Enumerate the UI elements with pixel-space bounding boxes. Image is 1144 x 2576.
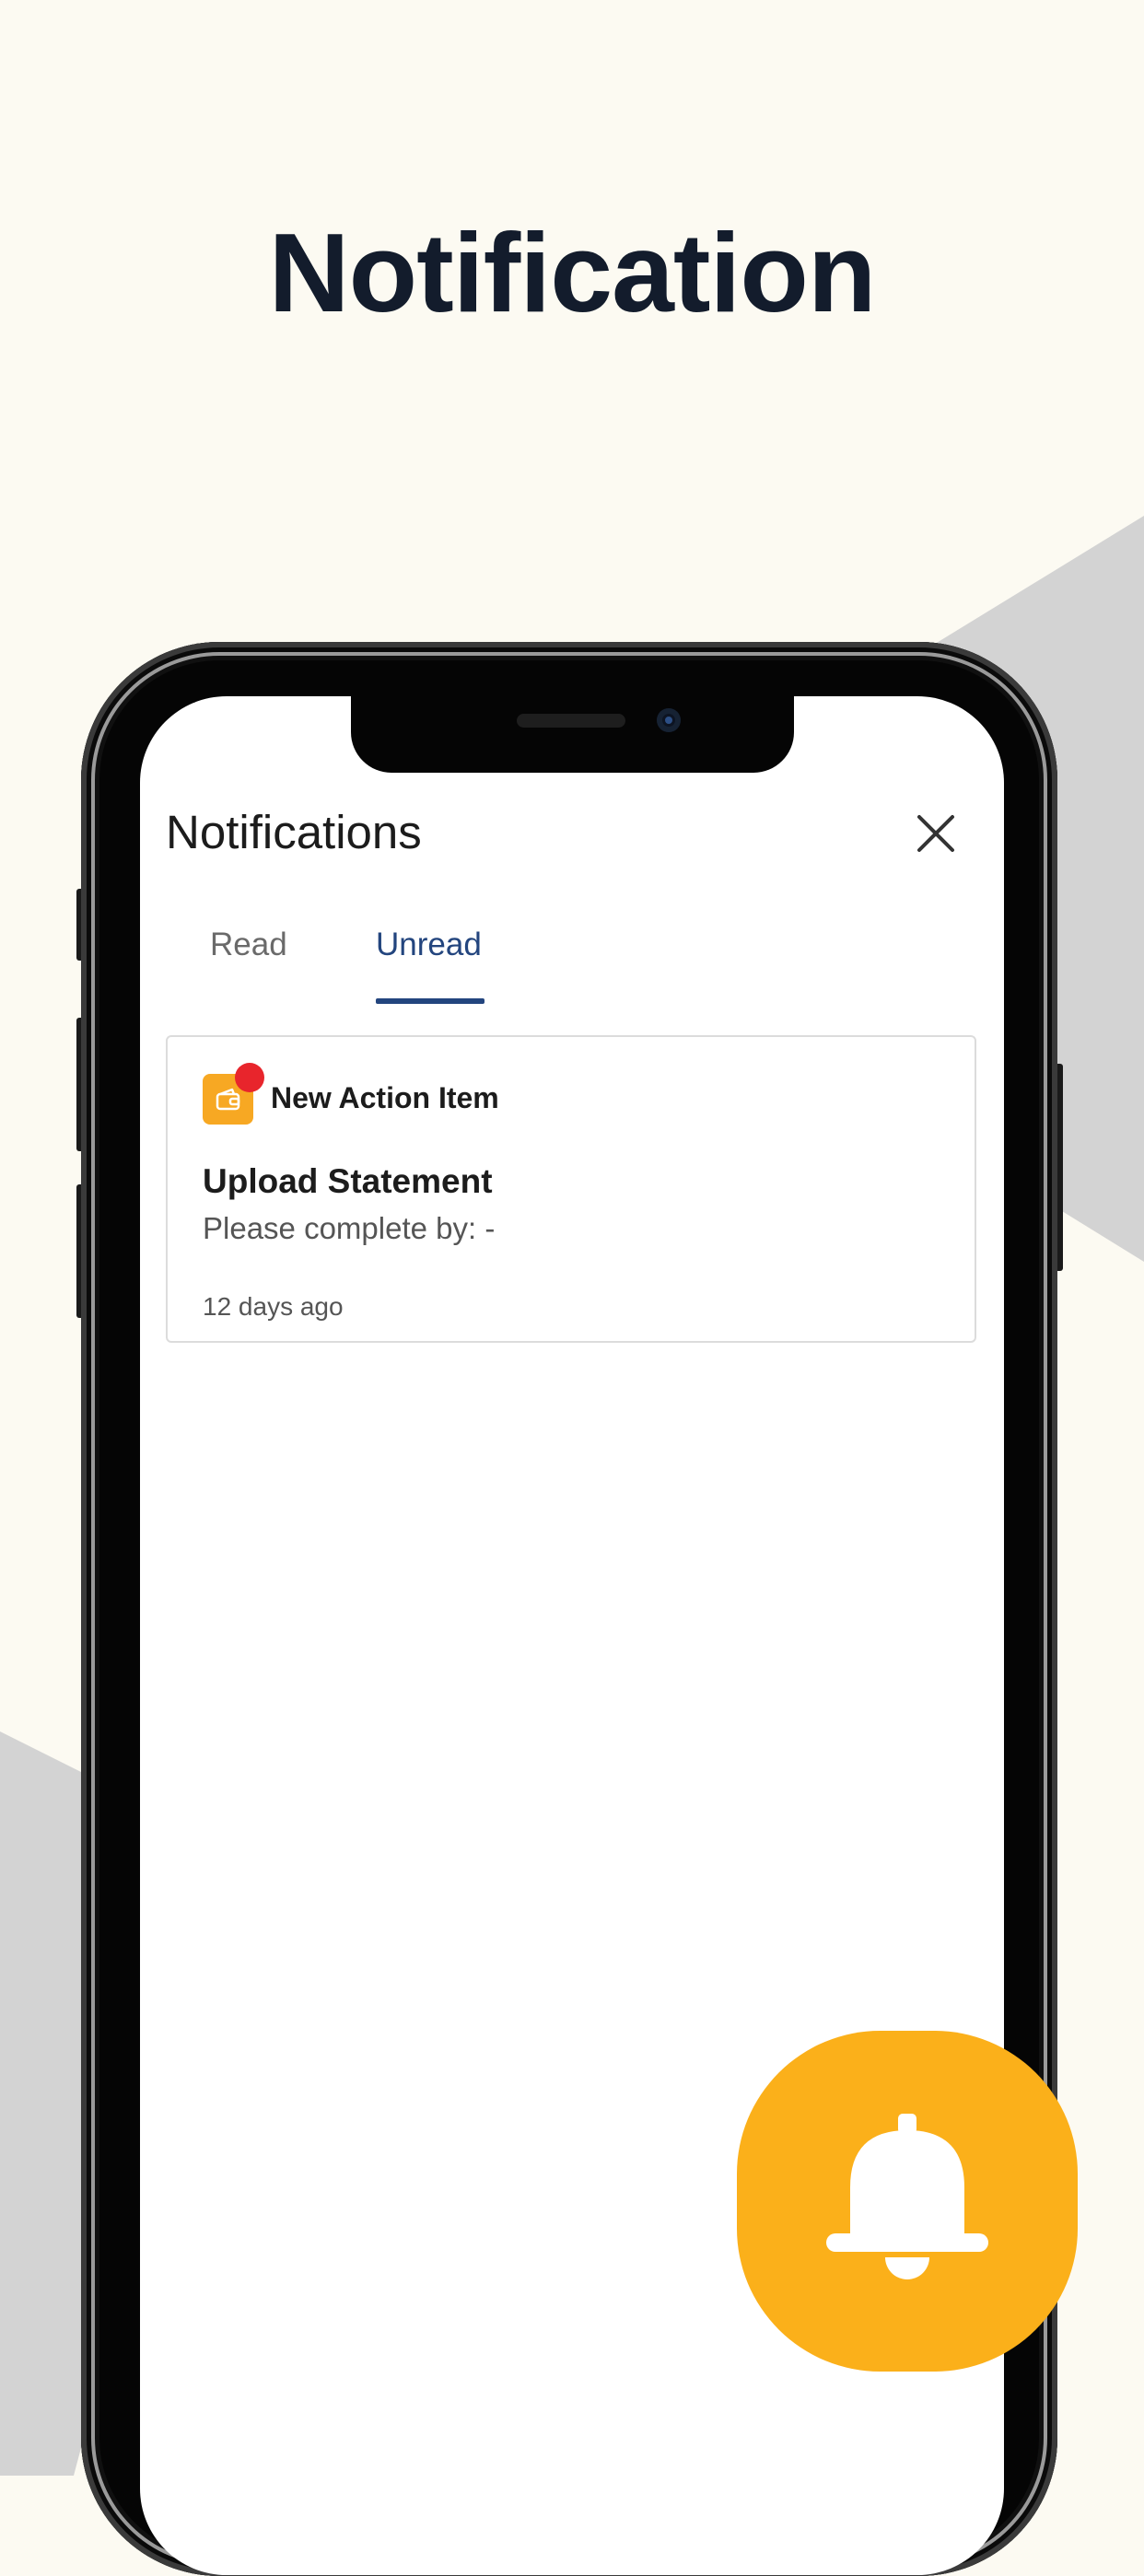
notification-type-label: New Action Item <box>271 1081 499 1114</box>
bell-badge <box>737 2031 1078 2372</box>
tab-unread[interactable]: Unread <box>376 928 482 961</box>
close-button[interactable] <box>914 811 958 856</box>
notification-timestamp: 12 days ago <box>203 1292 344 1321</box>
page-headline: Notification <box>268 210 877 335</box>
tab-read[interactable]: Read <box>210 928 287 961</box>
notification-description: Please complete by: - <box>203 1211 496 1245</box>
front-camera <box>657 708 681 732</box>
bell-icon <box>826 2114 988 2279</box>
speaker-grille <box>517 714 625 728</box>
notification-title: Upload Statement <box>203 1162 493 1200</box>
active-tab-indicator <box>376 998 484 1004</box>
close-icon <box>917 815 954 852</box>
notification-card[interactable]: New Action Item Upload Statement Please … <box>166 1035 976 1343</box>
phone-notch <box>351 696 794 773</box>
wallet-icon <box>216 1088 240 1111</box>
unread-badge <box>235 1063 264 1092</box>
notifications-title: Notifications <box>166 806 422 858</box>
